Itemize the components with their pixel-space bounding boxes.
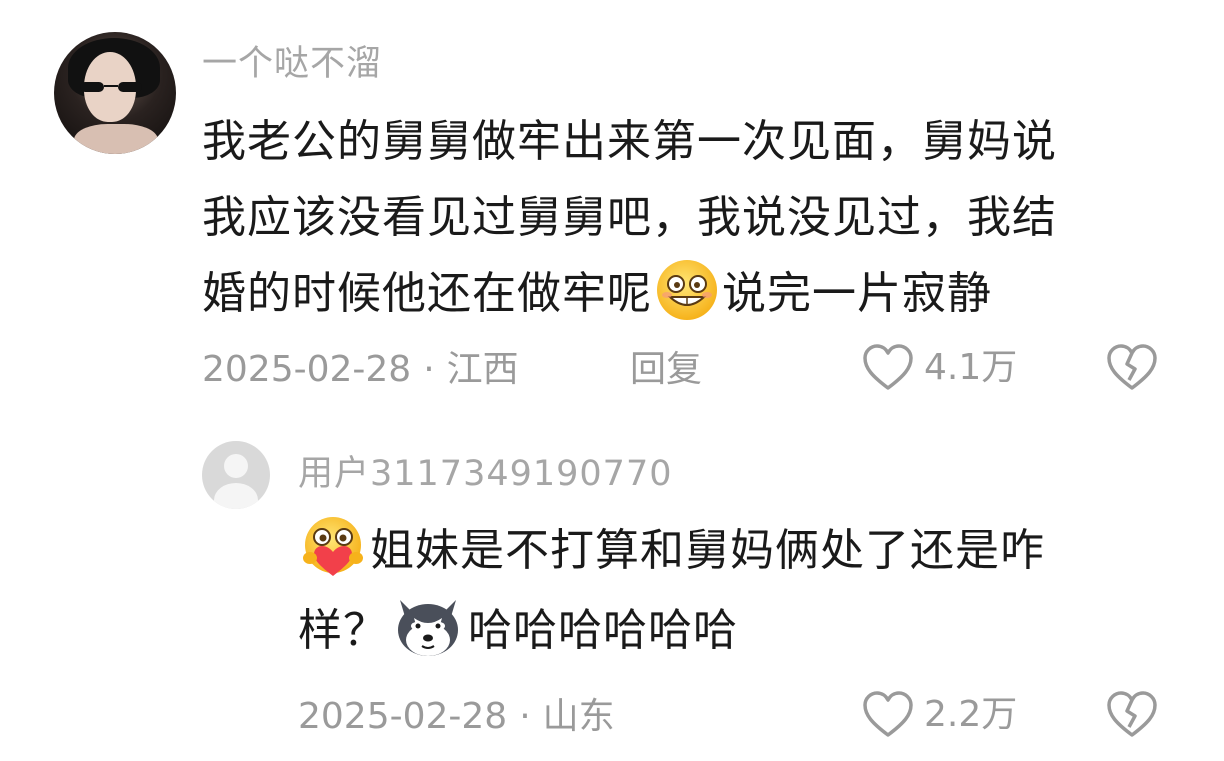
like-button[interactable]: 4.1万 [862, 344, 1017, 392]
reply-body: 姐妹是不打算和舅妈俩处了还是咋 样？ 哈哈哈哈哈哈 [298, 513, 1045, 669]
meta-separator: · [519, 696, 531, 737]
broken-heart-icon [1107, 344, 1157, 390]
reply-button[interactable]: 回复 [630, 350, 702, 390]
comment-text: 说完一片寂静 [722, 268, 992, 319]
dislike-button[interactable] [1106, 344, 1158, 396]
avatar-body [74, 124, 158, 154]
reply-location: 山东 [542, 696, 615, 737]
reply-text: 哈哈哈哈哈哈 [468, 605, 738, 656]
reply-text: 姐妹是不打算和舅妈俩处了还是咋 [370, 525, 1045, 576]
broken-heart-icon [1107, 691, 1157, 737]
reply-like-button[interactable]: 2.2万 [862, 691, 1017, 739]
user-avatar[interactable] [54, 32, 176, 154]
comment-body: 我老公的舅舅做牢出来第一次见面，舅妈说 我应该没看见过舅舅吧，我说没见过，我结 … [202, 104, 1057, 332]
comment-line: 我应该没看见过舅舅吧，我说没见过，我结 [202, 192, 1057, 243]
like-count: 4.1万 [924, 347, 1018, 388]
comment-meta: 2025-02-28 · 江西 [202, 350, 519, 390]
reply-line: 姐妹是不打算和舅妈俩处了还是咋 [298, 513, 1045, 589]
avatar-placeholder-head [224, 454, 248, 478]
comment-location: 江西 [446, 349, 519, 390]
reply-meta: 2025-02-28 · 山东 [298, 697, 615, 737]
like-count: 2.2万 [924, 694, 1018, 735]
reply-date: 2025-02-28 [298, 696, 508, 737]
heart-outline-icon [863, 344, 913, 390]
reply-line: 样？ 哈哈哈哈哈哈 [298, 593, 1045, 669]
sunglasses-icon [80, 82, 142, 92]
comment-line: 婚的时候他还在做牢呢 说完一片寂静 [202, 256, 1057, 332]
comment-date: 2025-02-28 [202, 349, 412, 390]
comment-line: 我老公的舅舅做牢出来第一次见面，舅妈说 [202, 116, 1057, 167]
comment-username[interactable]: 一个哒不溜 [202, 44, 382, 84]
reply-text: 样？ [298, 605, 388, 656]
reply-dislike-button[interactable] [1106, 691, 1158, 743]
husky-dog-emoji-icon [392, 594, 464, 660]
comment-text: 婚的时候他还在做牢呢 [202, 268, 652, 319]
hug-heart-emoji-icon [298, 514, 368, 584]
reply-user-avatar[interactable] [202, 441, 270, 509]
avatar-placeholder-body [214, 483, 258, 509]
reply-username[interactable]: 用户3117349190770 [298, 454, 673, 494]
meta-separator: · [423, 349, 435, 390]
grinning-face-emoji-icon [654, 257, 720, 323]
heart-outline-icon [863, 691, 913, 737]
